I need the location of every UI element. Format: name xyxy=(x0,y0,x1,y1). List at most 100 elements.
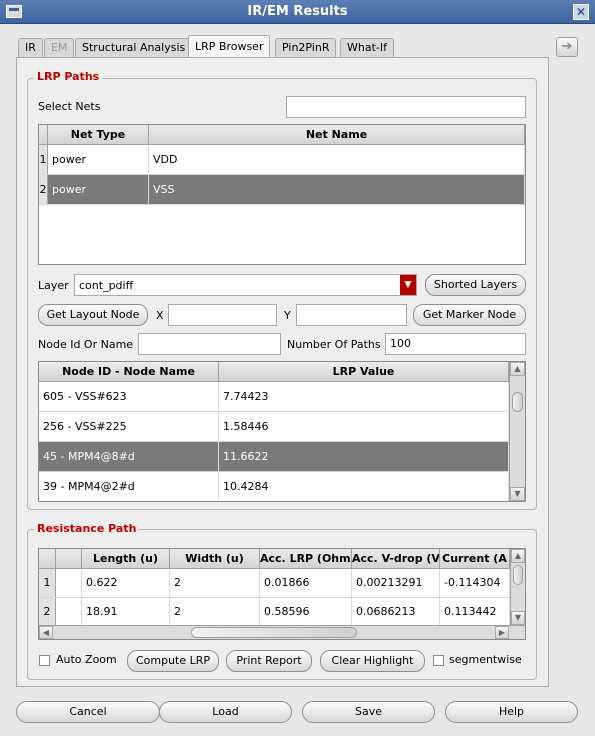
save-button[interactable]: Save xyxy=(302,701,435,723)
cell-lrp-value: 10.4284 xyxy=(219,472,509,501)
lrp-paths-title: LRP Paths xyxy=(34,70,103,83)
nodes-vertical-scrollbar[interactable]: ▲ ▼ xyxy=(509,362,525,501)
cell-net-type: power xyxy=(48,175,149,204)
auto-zoom-label: Auto Zoom xyxy=(56,653,117,666)
row-index: 2 xyxy=(39,598,56,626)
tab-pin2pinr[interactable]: Pin2PinR xyxy=(275,38,337,58)
resistance-path-title: Resistance Path xyxy=(34,522,140,535)
number-of-paths-label: Number Of Paths xyxy=(287,338,381,351)
cell-lrp-value: 1.58446 xyxy=(219,412,509,441)
table-row[interactable]: 39 - MPM4@2#d 10.4284 xyxy=(39,472,509,501)
column-header-net-type[interactable]: Net Type xyxy=(48,125,149,145)
title-bar: IR/EM Results ✕ xyxy=(0,0,595,24)
get-layout-node-button[interactable]: Get Layout Node xyxy=(38,304,148,326)
auto-zoom-checkbox[interactable] xyxy=(39,655,50,666)
table-row[interactable]: 1 0.622 2 0.01866 0.00213291 -0.114304 xyxy=(39,569,510,598)
scroll-thumb[interactable] xyxy=(513,565,523,585)
shorted-layers-button[interactable]: Shorted Layers xyxy=(425,274,526,296)
load-button[interactable]: Load xyxy=(159,701,292,723)
cell-lrp-value: 11.6622 xyxy=(219,442,509,471)
tab-em: EM xyxy=(44,38,75,58)
cell-blank xyxy=(56,598,82,626)
scroll-left-icon[interactable]: ◀ xyxy=(39,626,53,639)
cell-acc-lrp: 0.58596 xyxy=(260,598,352,626)
tab-what-if[interactable]: What-If xyxy=(340,38,394,58)
tab-structural-analysis[interactable]: Structural Analysis xyxy=(75,38,193,58)
layer-select-value: cont_pdiff xyxy=(79,279,134,292)
row-index: 1 xyxy=(39,569,56,597)
nets-corner-header xyxy=(39,125,48,145)
table-row-selected[interactable]: 2 power VSS xyxy=(39,175,525,205)
table-row[interactable]: 1 power VDD xyxy=(39,145,525,175)
row-index: 2 xyxy=(39,175,48,204)
help-button[interactable]: Help xyxy=(445,701,578,723)
column-header-acc-lrp[interactable]: Acc. LRP (Ohm▲ xyxy=(260,549,352,569)
cell-width: 2 xyxy=(170,569,260,597)
nodes-table: Node ID - Node Name LRP Value 605 - VSS#… xyxy=(38,361,526,502)
close-icon[interactable]: ✕ xyxy=(573,4,589,20)
cell-length: 18.91 xyxy=(82,598,170,626)
cell-net-type: power xyxy=(48,145,149,174)
y-label: Y xyxy=(284,309,291,322)
nets-table: Net Type Net Name 1 power VDD 2 power VS… xyxy=(38,124,526,265)
node-id-label: Node Id Or Name xyxy=(38,338,134,351)
cell-length: 0.622 xyxy=(82,569,170,597)
scroll-down-icon[interactable]: ▼ xyxy=(511,611,525,625)
arrow-right-icon[interactable]: ➔ xyxy=(556,37,578,57)
cell-node: 39 - MPM4@2#d xyxy=(39,472,219,501)
cell-current: -0.114304 xyxy=(440,569,510,597)
tab-lrp-browser[interactable]: LRP Browser xyxy=(188,35,271,58)
row-index: 1 xyxy=(39,145,48,174)
resistance-horizontal-scrollbar[interactable]: ◀ ▶ xyxy=(39,625,525,639)
cell-net-name: VDD xyxy=(149,145,525,174)
cell-node: 256 - VSS#225 xyxy=(39,412,219,441)
get-marker-node-button[interactable]: Get Marker Node xyxy=(413,304,526,326)
cell-current: 0.113442 xyxy=(440,598,510,626)
column-header-blank[interactable] xyxy=(56,549,82,569)
scroll-thumb[interactable] xyxy=(512,392,523,412)
cell-blank xyxy=(56,569,82,597)
scroll-up-icon[interactable]: ▲ xyxy=(510,362,525,376)
resistance-path-table: Length (u) Width (u) Acc. LRP (Ohm▲ Acc.… xyxy=(38,548,526,640)
table-row-selected[interactable]: 45 - MPM4@8#d 11.6622 xyxy=(39,442,509,472)
cell-acc-lrp: 0.01866 xyxy=(260,569,352,597)
scroll-down-icon[interactable]: ▼ xyxy=(510,487,525,501)
print-report-button[interactable]: Print Report xyxy=(226,650,312,672)
clear-highlight-button[interactable]: Clear Highlight xyxy=(320,650,425,672)
y-field[interactable] xyxy=(296,304,407,326)
column-header-width[interactable]: Width (u) xyxy=(170,549,260,569)
cell-width: 2 xyxy=(170,598,260,626)
column-header-node[interactable]: Node ID - Node Name xyxy=(39,362,219,382)
layer-select[interactable]: cont_pdiff ▼ xyxy=(74,274,417,296)
node-id-field[interactable] xyxy=(138,333,281,355)
select-nets-field[interactable] xyxy=(286,96,526,118)
cell-node: 605 - VSS#623 xyxy=(39,382,219,411)
table-row[interactable]: 256 - VSS#225 1.58446 xyxy=(39,412,509,442)
acc-lrp-header-label: Acc. LRP (Ohm xyxy=(260,552,351,565)
scroll-right-icon[interactable]: ▶ xyxy=(495,626,509,639)
table-row[interactable]: 605 - VSS#623 7.74423 xyxy=(39,382,509,412)
cell-acc-vdrop: 0.0686213 xyxy=(352,598,440,626)
segmentwise-label: segmentwise xyxy=(449,653,522,666)
cell-lrp-value: 7.74423 xyxy=(219,382,509,411)
table-row[interactable]: 2 18.91 2 0.58596 0.0686213 0.113442 xyxy=(39,598,510,627)
segmentwise-checkbox[interactable] xyxy=(433,655,444,666)
column-header-current[interactable]: Current (A xyxy=(440,549,510,569)
column-header-net-name[interactable]: Net Name xyxy=(149,125,525,145)
cell-net-name: VSS xyxy=(149,175,525,204)
cell-node: 45 - MPM4@8#d xyxy=(39,442,219,471)
horizontal-scroll-thumb[interactable] xyxy=(191,627,357,638)
compute-lrp-button[interactable]: Compute LRP xyxy=(127,650,219,672)
x-field[interactable] xyxy=(168,304,277,326)
column-header-lrp-value[interactable]: LRP Value xyxy=(219,362,509,382)
resistance-corner-header xyxy=(39,549,56,569)
tab-ir[interactable]: IR xyxy=(18,38,43,58)
column-header-length[interactable]: Length (u) xyxy=(82,549,170,569)
chevron-down-icon[interactable]: ▼ xyxy=(400,275,416,295)
select-nets-label: Select Nets xyxy=(38,100,101,113)
number-of-paths-field[interactable]: 100 xyxy=(385,333,526,355)
resistance-vertical-scrollbar[interactable]: ▲ ▼ xyxy=(510,549,525,625)
column-header-acc-vdrop[interactable]: Acc. V-drop (V) xyxy=(352,549,440,569)
cancel-button[interactable]: Cancel xyxy=(16,701,160,723)
scroll-up-icon[interactable]: ▲ xyxy=(511,549,525,563)
